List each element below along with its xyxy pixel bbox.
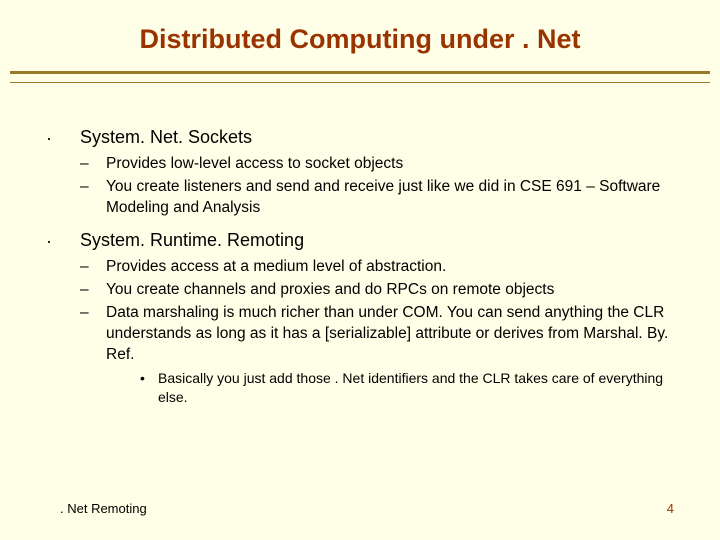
dash-icon: – [80,279,106,300]
list-item: · System. Runtime. Remoting [46,228,674,252]
dash-icon: – [80,256,106,277]
rule-thick [10,71,710,74]
list-item: – Provides low-level access to socket ob… [80,153,674,174]
list-text: Provides access at a medium level of abs… [106,256,446,277]
dash-icon: – [80,176,106,197]
list-heading: System. Runtime. Remoting [80,228,304,252]
list-text: Basically you just add those . Net ident… [158,369,674,407]
list-item: · System. Net. Sockets [46,125,674,149]
subsub-list: • Basically you just add those . Net ide… [80,369,674,407]
bullet-icon: · [46,228,80,252]
slide-title: Distributed Computing under . Net [0,0,720,63]
bullet-icon: · [46,125,80,149]
content-area: · System. Net. Sockets – Provides low-le… [0,91,720,407]
list-text: You create listeners and send and receiv… [106,176,674,218]
list-item: – You create channels and proxies and do… [80,279,674,300]
footer-text: . Net Remoting [60,501,147,516]
list-text: Data marshaling is much richer than unde… [106,302,674,365]
list-text: Provides low-level access to socket obje… [106,153,403,174]
list-heading: System. Net. Sockets [80,125,252,149]
list-item: – You create listeners and send and rece… [80,176,674,218]
slide: Distributed Computing under . Net · Syst… [0,0,720,540]
list-item: • Basically you just add those . Net ide… [140,369,674,407]
list-item: – Data marshaling is much richer than un… [80,302,674,365]
list-text: You create channels and proxies and do R… [106,279,554,300]
rule-thin [10,82,710,83]
sub-list: – Provides low-level access to socket ob… [46,153,674,218]
list-item: – Provides access at a medium level of a… [80,256,674,277]
page-number: 4 [667,501,674,516]
dash-icon: – [80,302,106,323]
sub-list: – Provides access at a medium level of a… [46,256,674,407]
title-rule [10,71,710,83]
dot-icon: • [140,369,158,388]
dash-icon: – [80,153,106,174]
